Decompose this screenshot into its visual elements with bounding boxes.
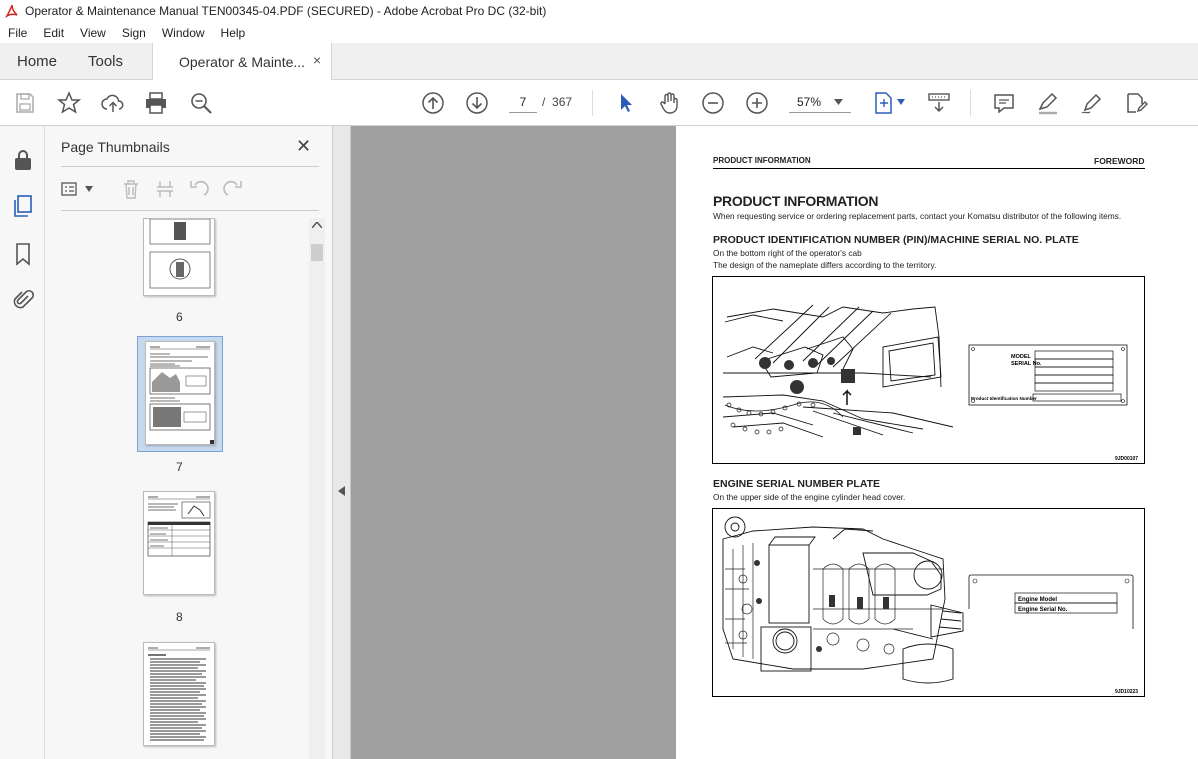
- thumbnail-page-9[interactable]: [143, 642, 215, 746]
- menu-bar: File Edit View Sign Window Help: [0, 22, 1198, 43]
- hand-tool-icon[interactable]: [657, 91, 681, 115]
- next-page-icon[interactable]: [465, 91, 489, 115]
- previous-page-icon[interactable]: [421, 91, 445, 115]
- thumbnail-label: 7: [176, 460, 183, 474]
- extract-pages-icon[interactable]: [154, 178, 176, 200]
- section-engine-line1: On the upper side of the engine cylinder…: [713, 492, 906, 502]
- plate-model-label: MODEL: [1011, 354, 1032, 360]
- window-title: Operator & Maintenance Manual TEN00345-0…: [25, 4, 547, 18]
- thumbnail-label: 8: [176, 610, 183, 624]
- left-rail: [0, 126, 45, 759]
- menu-view[interactable]: View: [72, 26, 114, 40]
- title-bar: Operator & Maintenance Manual TEN00345-0…: [0, 0, 1198, 22]
- header-rule: [713, 168, 1145, 169]
- print-icon[interactable]: [144, 91, 168, 115]
- menu-edit[interactable]: Edit: [35, 26, 72, 40]
- thumbnail-scrollbar[interactable]: [309, 218, 325, 759]
- toolbar: 7 / 367 57%: [0, 80, 1198, 126]
- pin-plate-figure: MODEL SERIAL No. Product Identification …: [712, 276, 1145, 464]
- scroll-up-icon[interactable]: [312, 222, 322, 228]
- page-thumbnails-icon[interactable]: [11, 194, 35, 218]
- chevron-down-icon[interactable]: [834, 99, 843, 105]
- tab-document[interactable]: Operator & Mainte... ×: [152, 43, 332, 81]
- page-separator: /: [542, 95, 546, 109]
- zoom-search-icon[interactable]: [189, 91, 213, 115]
- page-header-right: FOREWORD: [1094, 156, 1145, 166]
- divider: [970, 90, 971, 116]
- plate-pin-label: Product Identification Number: [971, 396, 1037, 401]
- highlight-pen-icon[interactable]: [1036, 91, 1060, 115]
- rotate-counterclockwise-icon[interactable]: [188, 178, 210, 200]
- zoom-out-icon[interactable]: [701, 91, 725, 115]
- figure-code: 9JD00107: [1115, 456, 1138, 462]
- menu-window[interactable]: Window: [154, 26, 213, 40]
- zoom-value: 57%: [797, 95, 822, 109]
- plate-serial-label: SERIAL No.: [1011, 361, 1042, 367]
- tab-close-button[interactable]: ×: [313, 52, 321, 68]
- menu-file[interactable]: File: [0, 26, 35, 40]
- thumbnail-image: [149, 346, 214, 444]
- bookmark-icon[interactable]: [11, 242, 35, 266]
- page-count: / 367: [542, 95, 572, 109]
- section-pin-line2: The design of the nameplate differs acco…: [713, 260, 937, 270]
- page-number-input[interactable]: 7: [509, 91, 537, 113]
- page-header-left: PRODUCT INFORMATION: [713, 156, 811, 165]
- thumbnail-page-7[interactable]: [145, 341, 215, 445]
- section-title-engine: ENGINE SERIAL NUMBER PLATE: [713, 478, 881, 490]
- tab-home[interactable]: Home: [17, 53, 57, 70]
- scroll-mode-icon[interactable]: [927, 91, 951, 115]
- plate-engine-serial-label: Engine Serial No.: [1018, 607, 1068, 613]
- fill-sign-icon[interactable]: [1124, 91, 1148, 115]
- thumbnail-list: 6 7 8: [45, 218, 307, 759]
- section-title-pin: PRODUCT IDENTIFICATION NUMBER (PIN)/MACH…: [713, 234, 1079, 246]
- section-pin-line1: On the bottom right of the operator's ca…: [713, 248, 862, 258]
- rotate-clockwise-icon[interactable]: [222, 178, 244, 200]
- thumbnail-options-icon[interactable]: [61, 178, 83, 200]
- thumbnail-page-8[interactable]: [143, 491, 215, 595]
- lock-icon[interactable]: [11, 148, 35, 172]
- cloud-upload-icon[interactable]: [101, 91, 125, 115]
- intro-text: When requesting service or ordering repl…: [713, 211, 1122, 221]
- comment-icon[interactable]: [992, 91, 1016, 115]
- tab-document-label: Operator & Mainte...: [179, 54, 306, 70]
- divider: [61, 166, 319, 167]
- options-dropdown-icon[interactable]: [85, 186, 93, 192]
- total-pages: 367: [552, 95, 573, 109]
- fit-page-icon[interactable]: [872, 91, 896, 115]
- document-canvas-background: [351, 126, 676, 759]
- menu-sign[interactable]: Sign: [114, 26, 154, 40]
- tab-bar: Home Tools Operator & Mainte... ×: [0, 43, 1198, 81]
- engine-plate-figure: Engine Model Engine Serial No. 9JD10223: [712, 508, 1145, 697]
- attachment-icon[interactable]: [11, 288, 35, 312]
- panel-close-button[interactable]: ✕: [296, 136, 311, 157]
- scrollbar-thumb[interactable]: [311, 244, 323, 261]
- tab-tools[interactable]: Tools: [88, 53, 123, 70]
- sign-pen-icon[interactable]: [1080, 91, 1104, 115]
- acrobat-icon: [5, 4, 18, 18]
- save-icon[interactable]: [13, 91, 37, 115]
- page-thumbnails-panel: Page Thumbnails ✕ 6 7 8: [45, 126, 333, 759]
- thumbnail-label: 6: [176, 310, 183, 324]
- thumbnail-image: [147, 496, 211, 557]
- panel-title: Page Thumbnails: [61, 139, 170, 155]
- menu-help[interactable]: Help: [213, 26, 254, 40]
- collapse-arrow-icon[interactable]: [338, 486, 345, 496]
- divider: [592, 90, 593, 116]
- thumbnail-image: [149, 218, 211, 289]
- document-page: PRODUCT INFORMATION FOREWORD PRODUCT INF…: [676, 126, 1198, 759]
- zoom-in-icon[interactable]: [745, 91, 769, 115]
- select-cursor-icon[interactable]: [614, 91, 638, 115]
- engine-illustration: Engine Model Engine Serial No. 9JD10223: [722, 516, 1138, 695]
- figure-code: 9JD10223: [1115, 689, 1138, 695]
- delete-page-icon[interactable]: [120, 178, 142, 200]
- page-heading: PRODUCT INFORMATION: [713, 193, 879, 209]
- star-icon[interactable]: [57, 91, 81, 115]
- fit-dropdown-icon[interactable]: [897, 99, 905, 105]
- excavator-cab-illustration: MODEL SERIAL No. Product Identification …: [722, 304, 1138, 462]
- divider: [61, 210, 319, 211]
- thumbnail-page-6[interactable]: [143, 218, 215, 296]
- panel-collapse-handle[interactable]: [333, 126, 351, 759]
- thumbnail-image: [148, 647, 210, 741]
- plate-engine-model-label: Engine Model: [1018, 597, 1057, 603]
